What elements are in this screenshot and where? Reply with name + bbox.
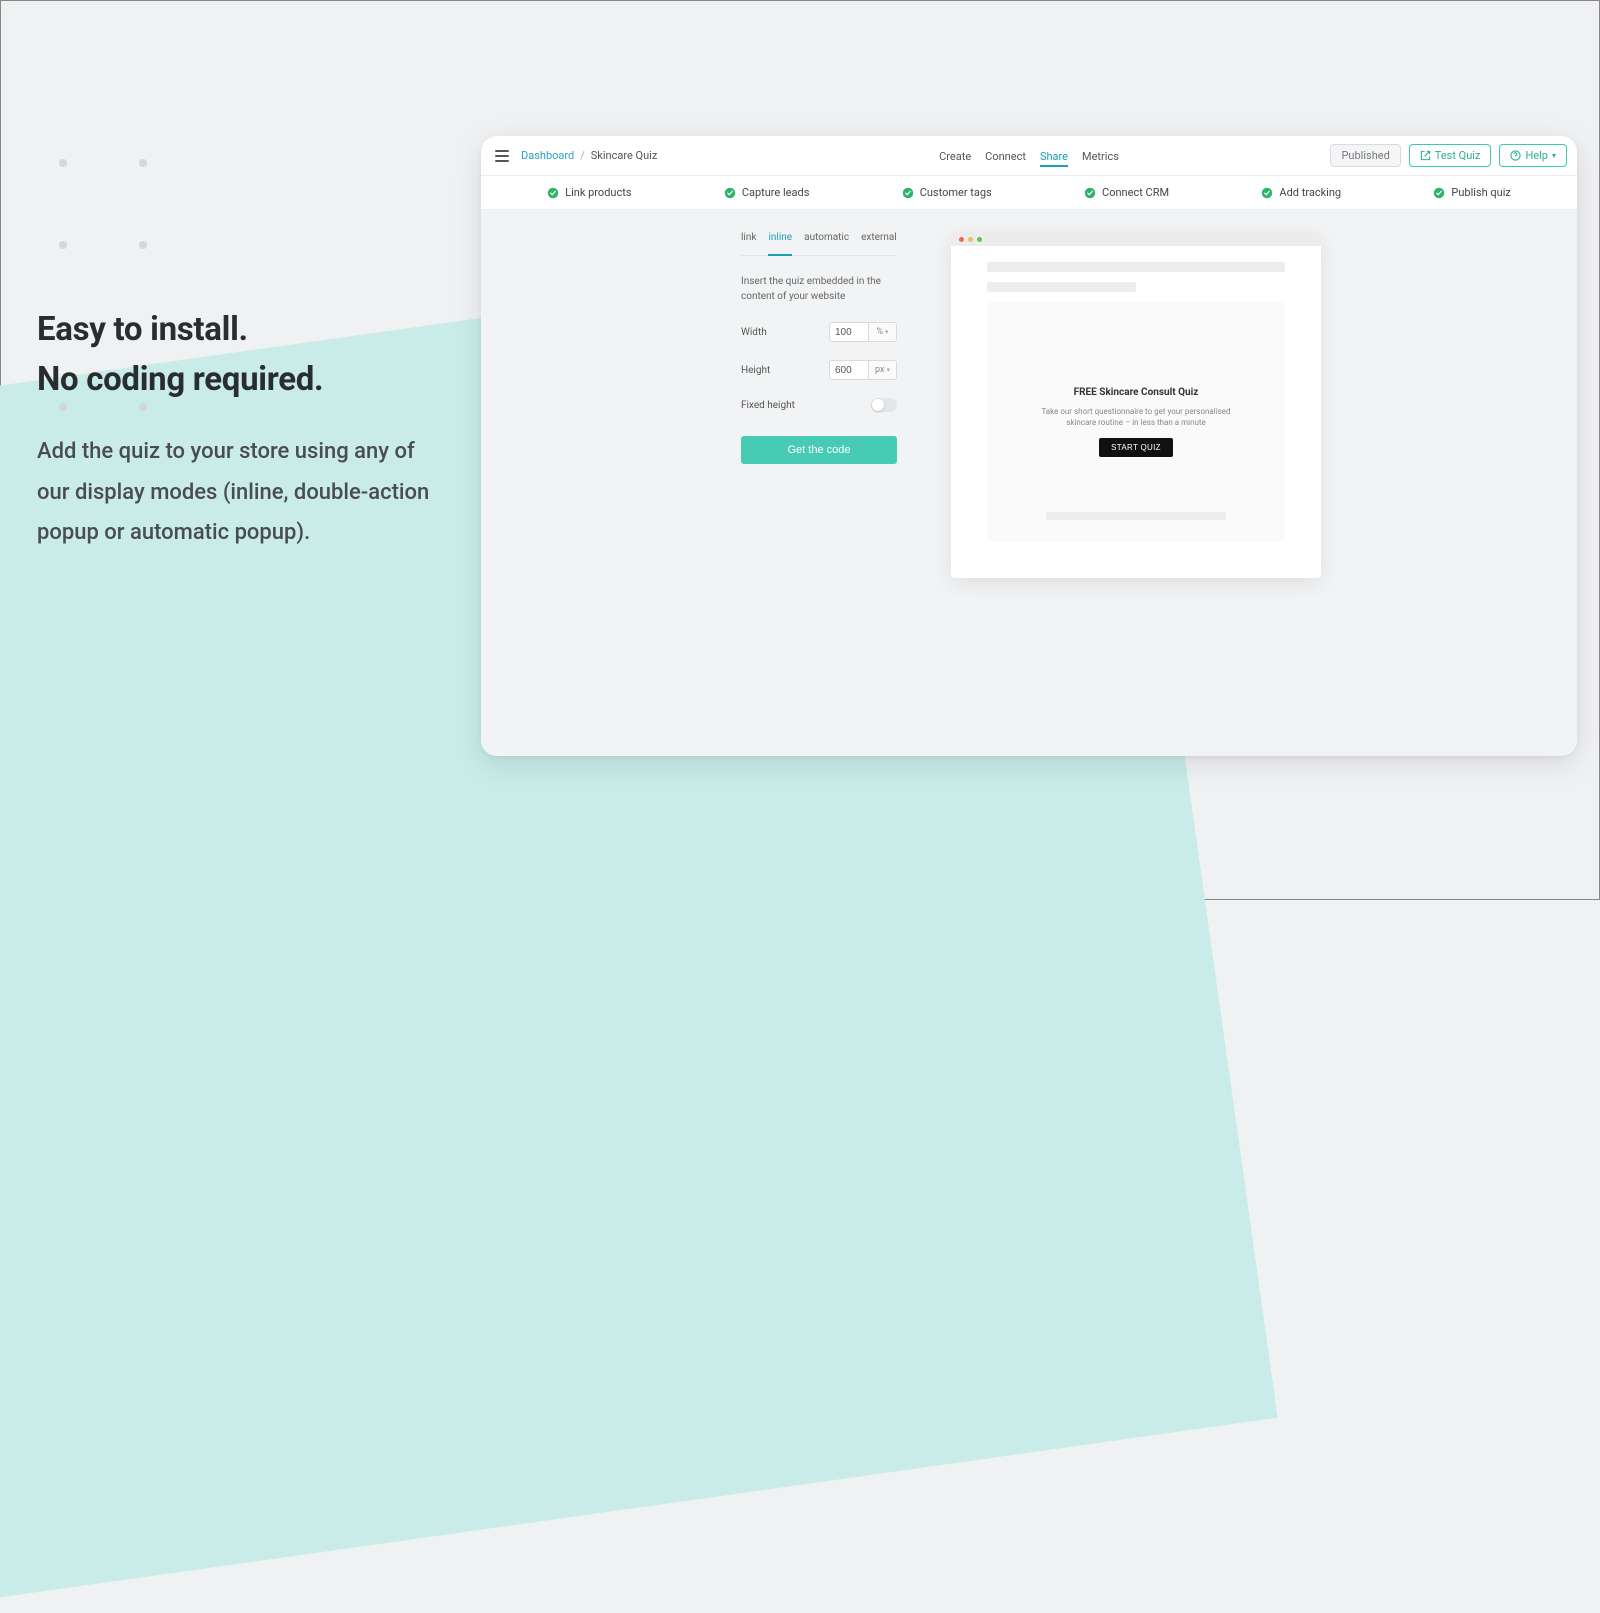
breadcrumb-separator: / xyxy=(580,149,585,162)
width-unit-label: % xyxy=(876,327,883,337)
check-icon xyxy=(1433,187,1445,199)
width-label: Width xyxy=(741,327,767,338)
window-min-dot xyxy=(968,237,973,242)
width-row: Width % ▾ xyxy=(741,322,897,342)
promo-copy: Easy to install. No coding required. Add… xyxy=(37,305,437,554)
decorative-dot xyxy=(59,241,67,249)
fixed-height-toggle[interactable] xyxy=(871,398,897,412)
subtab-link[interactable]: link xyxy=(741,232,756,247)
help-icon xyxy=(1510,150,1521,161)
tab-create[interactable]: Create xyxy=(939,138,971,175)
decorative-dot xyxy=(59,159,67,167)
step-label: Capture leads xyxy=(742,186,810,199)
check-icon xyxy=(902,187,914,199)
height-label: Height xyxy=(741,365,770,376)
fixed-height-label: Fixed height xyxy=(741,400,795,411)
promo-heading: Easy to install. No coding required. xyxy=(37,305,437,404)
test-quiz-button[interactable]: Test Quiz xyxy=(1409,144,1492,167)
tab-share[interactable]: Share xyxy=(1040,138,1068,175)
window-max-dot xyxy=(977,237,982,242)
top-actions: Published Test Quiz Help ▾ xyxy=(1330,144,1567,167)
quiz-hero: FREE Skincare Consult Quiz Take our shor… xyxy=(987,302,1285,542)
breadcrumb: Dashboard / Skincare Quiz xyxy=(521,149,657,162)
subtab-automatic[interactable]: automatic xyxy=(804,232,849,247)
browser-chrome xyxy=(951,232,1321,246)
skeleton-line xyxy=(1046,512,1226,520)
tab-connect[interactable]: Connect xyxy=(985,138,1026,175)
preview-body: FREE Skincare Consult Quiz Take our shor… xyxy=(951,246,1321,558)
help-label: Help xyxy=(1525,149,1548,162)
test-quiz-label: Test Quiz xyxy=(1435,149,1481,162)
check-icon xyxy=(724,187,736,199)
quiz-title: FREE Skincare Consult Quiz xyxy=(1074,387,1199,398)
topbar: Dashboard / Skincare Quiz Create Connect… xyxy=(481,136,1577,176)
breadcrumb-current: Skincare Quiz xyxy=(591,149,658,162)
promo-heading-line2: No coding required. xyxy=(37,360,323,399)
steps-bar: Link products Capture leads Customer tag… xyxy=(481,176,1577,210)
status-badge: Published xyxy=(1330,144,1400,167)
width-unit-select[interactable]: % ▾ xyxy=(869,322,897,342)
decorative-dot xyxy=(139,159,147,167)
fixed-height-row: Fixed height xyxy=(741,398,897,412)
check-icon xyxy=(547,187,559,199)
embed-preview: FREE Skincare Consult Quiz Take our shor… xyxy=(951,232,1321,578)
promo-body: Add the quiz to your store using any of … xyxy=(37,432,437,554)
subtab-inline[interactable]: inline xyxy=(768,232,792,247)
external-link-icon xyxy=(1420,150,1431,161)
step-connect-crm[interactable]: Connect CRM xyxy=(1084,186,1169,199)
start-quiz-button[interactable]: START QUIZ xyxy=(1099,438,1173,457)
app-window: Dashboard / Skincare Quiz Create Connect… xyxy=(481,136,1577,756)
share-subtabs: link inline automatic external xyxy=(741,232,897,256)
menu-icon[interactable] xyxy=(491,146,513,166)
step-publish-quiz[interactable]: Publish quiz xyxy=(1433,186,1510,199)
step-label: Customer tags xyxy=(920,186,992,199)
skeleton-line xyxy=(987,282,1136,292)
height-unit-select[interactable]: px ▾ xyxy=(869,360,897,380)
tab-metrics[interactable]: Metrics xyxy=(1082,138,1119,175)
help-button[interactable]: Help ▾ xyxy=(1499,144,1567,167)
promo-heading-line1: Easy to install. xyxy=(37,310,248,349)
height-unit-label: px xyxy=(875,365,884,375)
step-link-products[interactable]: Link products xyxy=(547,186,631,199)
share-form: link inline automatic external Insert th… xyxy=(741,232,897,464)
step-label: Publish quiz xyxy=(1451,186,1510,199)
quiz-subtitle: Take our short questionnaire to get your… xyxy=(1036,406,1236,428)
step-label: Add tracking xyxy=(1279,186,1341,199)
window-close-dot xyxy=(959,237,964,242)
subtab-external[interactable]: external xyxy=(861,232,897,247)
breadcrumb-root[interactable]: Dashboard xyxy=(521,149,574,162)
decorative-dot xyxy=(139,241,147,249)
step-customer-tags[interactable]: Customer tags xyxy=(902,186,992,199)
skeleton-line xyxy=(987,262,1285,272)
chevron-down-icon: ▾ xyxy=(886,366,890,374)
step-add-tracking[interactable]: Add tracking xyxy=(1261,186,1341,199)
get-code-button[interactable]: Get the code xyxy=(741,436,897,464)
step-label: Link products xyxy=(565,186,631,199)
step-label: Connect CRM xyxy=(1102,186,1169,199)
chevron-down-icon: ▾ xyxy=(1552,151,1556,160)
height-row: Height px ▾ xyxy=(741,360,897,380)
share-description: Insert the quiz embedded in the content … xyxy=(741,274,897,304)
width-input[interactable] xyxy=(829,322,869,342)
step-capture-leads[interactable]: Capture leads xyxy=(724,186,810,199)
check-icon xyxy=(1261,187,1273,199)
height-input[interactable] xyxy=(829,360,869,380)
check-icon xyxy=(1084,187,1096,199)
chevron-down-icon: ▾ xyxy=(885,328,889,336)
